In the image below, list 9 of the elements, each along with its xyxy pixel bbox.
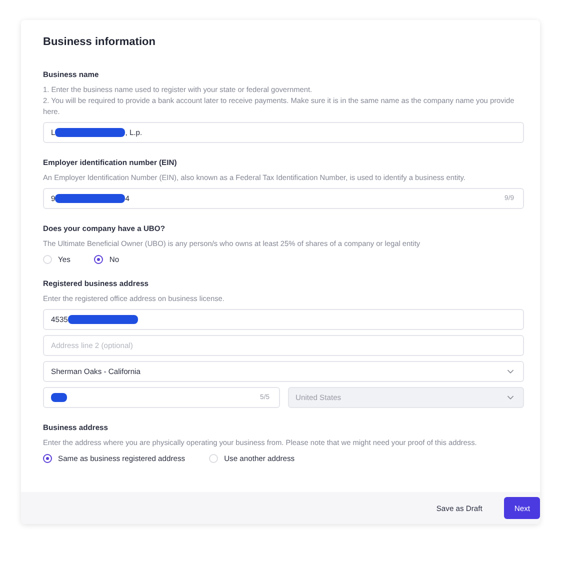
redaction-bar — [68, 315, 138, 324]
chevron-down-icon — [507, 395, 514, 400]
redaction-bar — [51, 393, 67, 402]
redaction-bar — [55, 194, 126, 203]
radio-button[interactable] — [43, 454, 52, 463]
redaction-bar — [55, 128, 126, 137]
form-title: Business information — [43, 36, 156, 48]
radio-button[interactable] — [94, 255, 104, 264]
chevron-down-icon — [507, 369, 514, 374]
